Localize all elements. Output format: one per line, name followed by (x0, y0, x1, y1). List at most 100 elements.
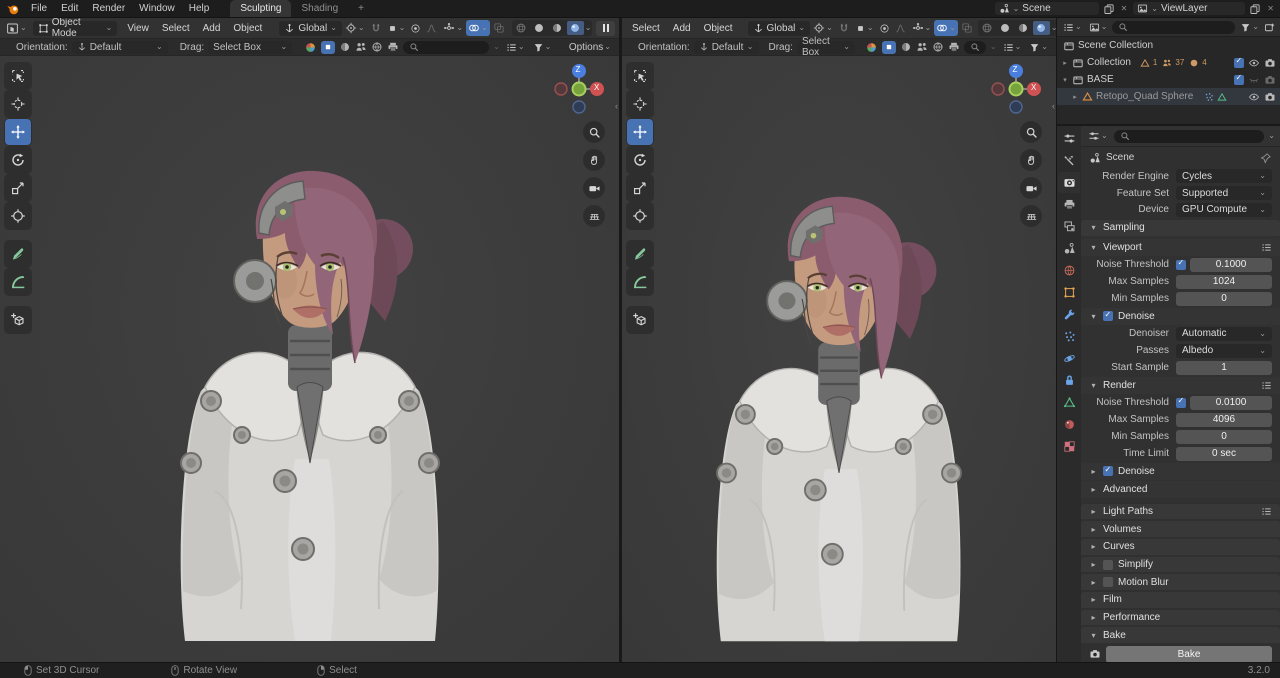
outliner-filter-dropdown[interactable]: ⌄ (1238, 19, 1261, 35)
filter-funnel-dropdown[interactable]: ⌄ (531, 39, 554, 55)
panel-light-paths[interactable]: ▸Light Paths (1081, 504, 1280, 520)
snap-settings-dropdown[interactable]: ⌄ (853, 20, 876, 36)
tab-render[interactable] (1058, 172, 1080, 193)
rotate-tool[interactable] (627, 147, 653, 173)
pivot-point-dropdown[interactable]: ⌄ (343, 20, 367, 36)
tab-texture[interactable] (1058, 436, 1080, 457)
panel-simplify[interactable]: ▸Simplify (1081, 557, 1280, 573)
panel-performance[interactable]: ▸Performance (1081, 610, 1280, 626)
perspective-toggle-button[interactable] (1020, 205, 1042, 227)
denoiser-dropdown[interactable]: Automatic⌄ (1176, 327, 1272, 341)
proportional-falloff-dropdown[interactable] (424, 20, 439, 36)
render-noise-threshold-field[interactable]: 0.0100 (1190, 396, 1272, 410)
copy-scene-button[interactable] (1103, 3, 1115, 15)
tab-object-data[interactable] (1058, 392, 1080, 413)
drag-dropdown[interactable]: Select Box⌄ (797, 41, 855, 54)
zoom-button[interactable] (1020, 121, 1042, 143)
tab-modifiers[interactable] (1058, 304, 1080, 325)
viewport-noise-threshold-checkbox[interactable] (1176, 260, 1186, 270)
sphere-filter-icon[interactable] (339, 41, 351, 53)
tab-constraints[interactable] (1058, 370, 1080, 391)
rotate-tool[interactable] (5, 147, 31, 173)
menu-file[interactable]: File (24, 0, 54, 17)
simplify-checkbox[interactable] (1103, 560, 1113, 570)
menu-view[interactable]: View (121, 23, 155, 34)
panel-sampling-viewport[interactable]: ▾Viewport (1081, 239, 1280, 256)
annotate-tool[interactable] (627, 241, 653, 267)
properties-search-input[interactable] (1114, 130, 1265, 143)
tab-view-layer[interactable] (1058, 216, 1080, 237)
outliner-row-base[interactable]: ▾ BASE (1057, 71, 1280, 88)
menu-object[interactable]: Object (227, 23, 268, 34)
pan-button[interactable] (1020, 149, 1042, 171)
panel-volumes[interactable]: ▸Volumes (1081, 521, 1280, 537)
shading-material-button[interactable] (549, 21, 566, 35)
expand-arrow-icon[interactable]: ▸ (1071, 93, 1079, 101)
outliner-filter-type-dropdown[interactable]: ⌄ (1087, 19, 1110, 35)
panel-viewport-denoise[interactable]: ▾Denoise (1081, 308, 1280, 325)
viewlayer-selector[interactable]: ⌄ ViewLayer (1133, 2, 1245, 15)
render-noise-threshold-checkbox[interactable] (1176, 398, 1186, 408)
drag-dropdown[interactable]: Select Box⌄ (208, 41, 292, 54)
eye-closed-icon[interactable] (1248, 74, 1260, 86)
outliner-row-scene-collection[interactable]: Scene Collection (1057, 37, 1280, 54)
color-ball-icon[interactable] (865, 41, 878, 54)
sidebar-collapse-arrow[interactable]: ‹ (1052, 101, 1055, 111)
start-sample-field[interactable]: 1 (1176, 361, 1272, 375)
preset-menu-icon[interactable] (1261, 506, 1272, 517)
viewport-left[interactable]: ⌄ Object Mode⌄ View Select Add Object Gl… (0, 18, 619, 663)
navigation-gizmo[interactable]: Z X (551, 61, 607, 120)
transform-orientation-dropdown[interactable]: Global⌄ (748, 21, 811, 36)
sphere-filter-icon[interactable] (900, 41, 912, 53)
outliner-search-input[interactable] (1112, 21, 1235, 34)
world-filter-icon[interactable] (371, 41, 383, 53)
cursor-tool[interactable] (5, 91, 31, 117)
add-cube-tool[interactable] (627, 307, 653, 333)
outliner-row-collection[interactable]: ▸ Collection 1 37 4 (1057, 54, 1280, 71)
outliner-display-mode-dropdown[interactable]: ⌄ (1061, 19, 1084, 35)
sidebar-collapse-arrow[interactable]: ‹ (615, 101, 618, 111)
menu-select[interactable]: Select (626, 23, 666, 34)
tool-search-input[interactable] (403, 41, 489, 54)
shading-wireframe-button[interactable] (979, 21, 996, 35)
collection-checkbox[interactable] (1234, 58, 1244, 68)
close-icon[interactable]: ✕ (1265, 4, 1276, 13)
move-tool[interactable] (5, 119, 31, 145)
snap-toggle[interactable] (368, 20, 384, 36)
transform-tool[interactable] (627, 203, 653, 229)
tool-search-input[interactable] (964, 41, 986, 54)
editor-type-button[interactable]: ⌄ (4, 20, 29, 36)
menu-help[interactable]: Help (182, 0, 217, 17)
scene-selector[interactable]: ⌄ Scene (995, 2, 1099, 15)
preset-menu-icon[interactable] (1261, 380, 1272, 391)
scale-tool[interactable] (5, 175, 31, 201)
shading-wireframe-button[interactable] (513, 21, 530, 35)
perspective-toggle-button[interactable] (583, 205, 605, 227)
users-filter-icon[interactable] (355, 41, 367, 53)
camera-visibility-icon[interactable] (1264, 74, 1276, 86)
scale-tool[interactable] (627, 175, 653, 201)
camera-visibility-icon[interactable] (1264, 91, 1276, 103)
collapse-arrow-icon[interactable]: ▾ (1061, 76, 1069, 84)
render-denoise-checkbox[interactable] (1103, 466, 1113, 476)
shading-rendered-button[interactable] (567, 21, 584, 35)
xray-toggle[interactable] (491, 20, 507, 36)
panel-film[interactable]: ▸Film (1081, 592, 1280, 608)
render-min-samples-field[interactable]: 0 (1176, 430, 1272, 444)
tab-scene[interactable] (1058, 238, 1080, 259)
panel-motion-blur[interactable]: ▸Motion Blur (1081, 574, 1280, 590)
shading-rendered-button[interactable] (1033, 21, 1050, 35)
panel-bake[interactable]: ▾Bake (1081, 627, 1280, 643)
pan-button[interactable] (583, 149, 605, 171)
show-overlays-dropdown[interactable]: ⌄ (934, 20, 958, 36)
viewport-right-canvas[interactable]: Z X ‹ (622, 55, 1056, 663)
tab-physics[interactable] (1058, 348, 1080, 369)
viewport-left-canvas[interactable]: Z X ‹ (0, 55, 619, 663)
show-gizmo-dropdown[interactable]: ⌄ (441, 20, 465, 36)
pause-render-button[interactable] (596, 21, 615, 36)
chevron-down-icon[interactable]: ⌄ (1268, 132, 1275, 140)
annotate-tool[interactable] (5, 241, 31, 267)
device-dropdown[interactable]: GPU Compute⌄ (1176, 203, 1272, 217)
tab-object[interactable] (1058, 282, 1080, 303)
shading-dropdown[interactable]: ⌄ (585, 24, 592, 32)
